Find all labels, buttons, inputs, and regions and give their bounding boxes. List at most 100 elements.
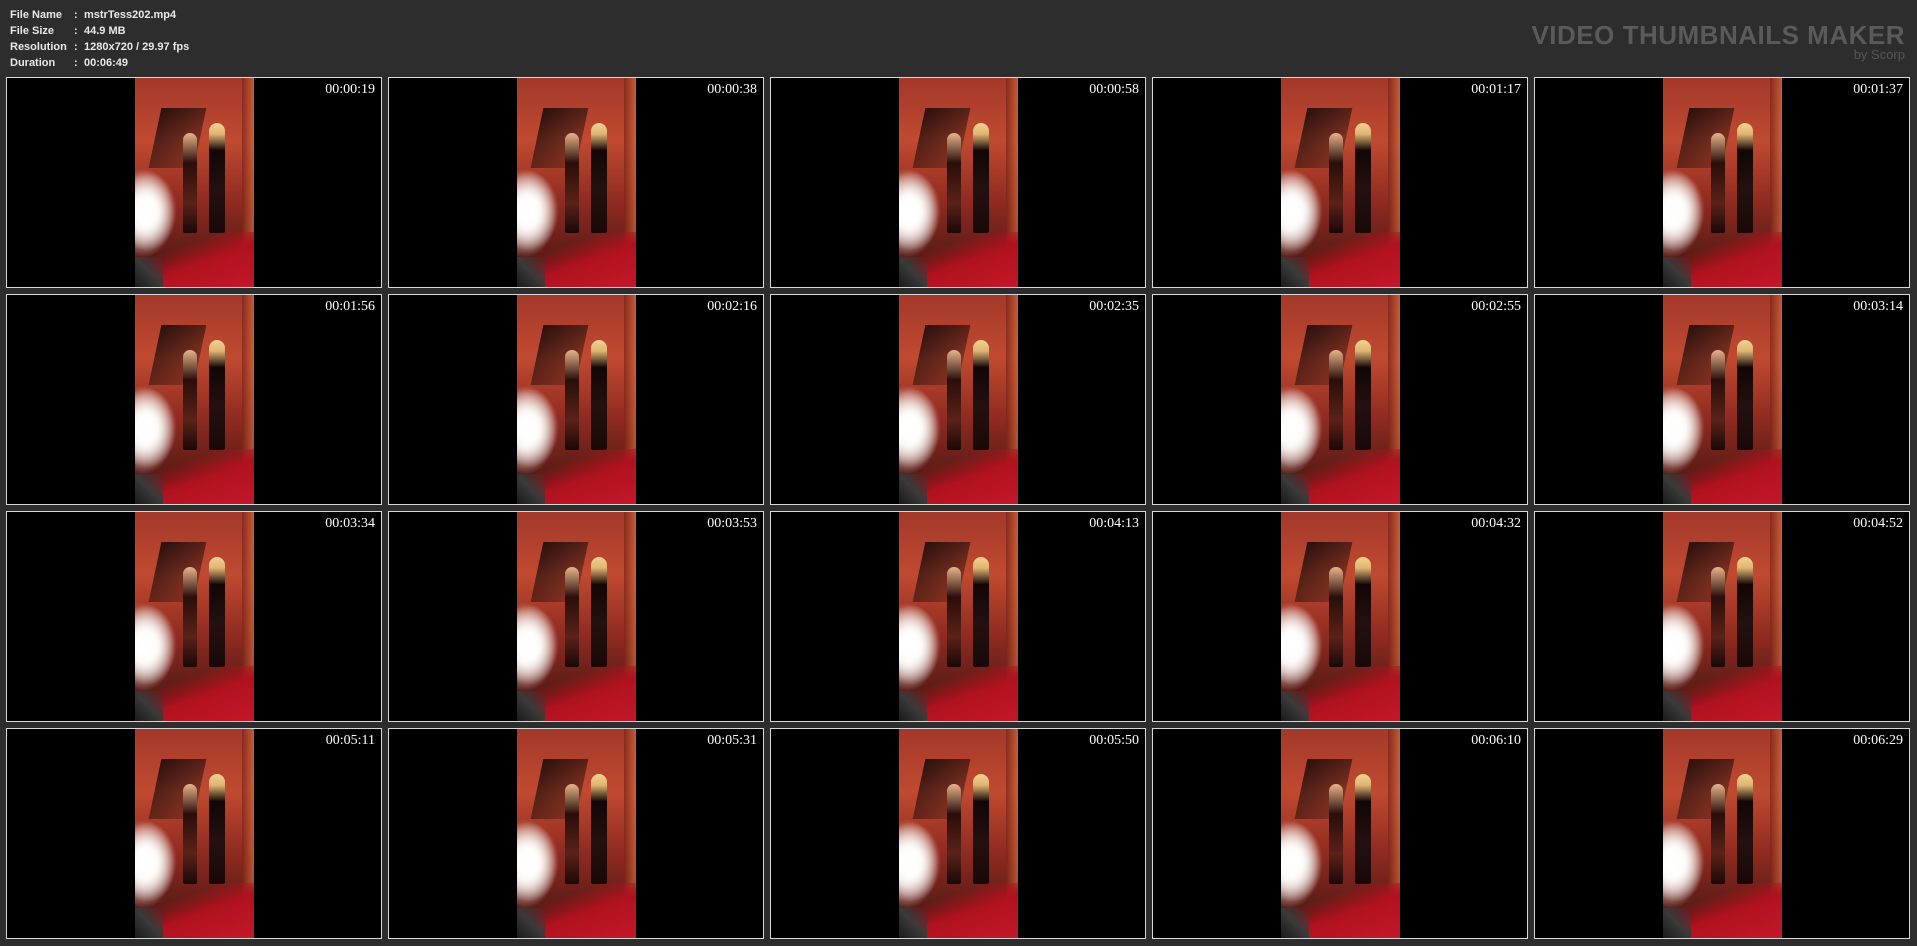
video-thumbnail: 00:05:11 — [6, 728, 382, 939]
frame-figure — [565, 784, 579, 884]
frame-cross — [148, 759, 207, 819]
frame-corner — [135, 908, 163, 938]
thumbnail-timestamp: 00:03:53 — [707, 516, 757, 531]
frame-figure — [565, 567, 579, 667]
video-frame — [899, 295, 1018, 504]
video-thumbnail: 00:01:37 — [1534, 77, 1910, 288]
video-thumbnail: 00:01:17 — [1152, 77, 1528, 288]
video-frame — [517, 512, 636, 721]
frame-figure — [565, 350, 579, 450]
video-thumbnail: 00:03:34 — [6, 511, 382, 722]
video-thumbnail: 00:05:50 — [770, 728, 1146, 939]
separator: : — [74, 25, 78, 37]
thumbnail-timestamp: 00:02:35 — [1089, 299, 1139, 314]
frame-figure — [973, 557, 989, 667]
frame-cross — [1294, 325, 1353, 385]
frame-figure — [1329, 133, 1343, 233]
resolution-label: Resolution — [10, 41, 67, 53]
frame-corner — [1281, 908, 1309, 938]
file-info: File Name : mstrTess202.mp4 File Size : … — [10, 7, 189, 71]
video-thumbnail: 00:03:14 — [1534, 294, 1910, 505]
thumbnail-timestamp: 00:06:10 — [1471, 733, 1521, 748]
frame-figure — [1329, 350, 1343, 450]
file-name-label: File Name — [10, 9, 62, 21]
frame-cross — [530, 108, 589, 168]
video-thumbnail: 00:00:19 — [6, 77, 382, 288]
video-frame — [899, 729, 1018, 938]
video-frame — [517, 729, 636, 938]
file-size-row: File Size : 44.9 MB — [10, 23, 189, 39]
video-frame — [1281, 295, 1400, 504]
frame-figure — [591, 340, 607, 450]
separator: : — [74, 41, 78, 53]
frame-corner — [135, 474, 163, 504]
frame-corner — [899, 474, 927, 504]
thumbnail-timestamp: 00:00:19 — [325, 82, 375, 97]
frame-figure — [209, 774, 225, 884]
video-thumbnail: 00:00:38 — [388, 77, 764, 288]
frame-corner — [1663, 257, 1691, 287]
thumbnail-timestamp: 00:03:14 — [1853, 299, 1903, 314]
video-thumbnail: 00:02:55 — [1152, 294, 1528, 505]
separator: : — [74, 9, 78, 21]
frame-figure — [1737, 557, 1753, 667]
frame-cross — [530, 542, 589, 602]
frame-figure — [209, 340, 225, 450]
video-frame — [135, 729, 254, 938]
video-thumbnail: 00:00:58 — [770, 77, 1146, 288]
frame-figure — [947, 133, 961, 233]
separator: : — [74, 57, 78, 69]
frame-corner — [517, 257, 545, 287]
frame-figure — [209, 557, 225, 667]
thumbnail-timestamp: 00:00:38 — [707, 82, 757, 97]
frame-figure — [1329, 784, 1343, 884]
frame-cross — [1676, 325, 1735, 385]
thumbnail-timestamp: 00:04:13 — [1089, 516, 1139, 531]
frame-corner — [517, 474, 545, 504]
thumbnail-timestamp: 00:02:55 — [1471, 299, 1521, 314]
video-frame — [135, 78, 254, 287]
thumbnail-timestamp: 00:01:37 — [1853, 82, 1903, 97]
frame-figure — [973, 774, 989, 884]
video-frame — [517, 78, 636, 287]
file-size-value: 44.9 MB — [84, 25, 126, 37]
thumbnail-timestamp: 00:05:11 — [325, 733, 375, 748]
video-frame — [517, 295, 636, 504]
frame-corner — [135, 691, 163, 721]
thumbnail-timestamp: 00:04:52 — [1853, 516, 1903, 531]
video-thumbnail: 00:04:32 — [1152, 511, 1528, 722]
frame-corner — [1281, 691, 1309, 721]
thumbnail-timestamp: 00:05:31 — [707, 733, 757, 748]
frame-figure — [1711, 784, 1725, 884]
video-frame — [135, 295, 254, 504]
duration-value: 00:06:49 — [84, 57, 129, 69]
frame-figure — [1711, 350, 1725, 450]
video-thumbnail: 00:01:56 — [6, 294, 382, 505]
frame-corner — [1663, 474, 1691, 504]
frame-figure — [947, 784, 961, 884]
frame-figure — [1355, 557, 1371, 667]
video-frame — [1663, 729, 1782, 938]
frame-corner — [1663, 908, 1691, 938]
frame-figure — [973, 123, 989, 233]
frame-cross — [1294, 542, 1353, 602]
frame-cross — [1676, 108, 1735, 168]
thumbnail-timestamp: 00:01:56 — [325, 299, 375, 314]
video-frame — [1281, 78, 1400, 287]
thumbnail-timestamp: 00:02:16 — [707, 299, 757, 314]
frame-cross — [148, 108, 207, 168]
frame-corner — [899, 691, 927, 721]
frame-figure — [183, 350, 197, 450]
frame-cross — [912, 325, 971, 385]
frame-figure — [1737, 123, 1753, 233]
logo: VIDEO THUMBNAILS MAKER by Scorp — [1531, 22, 1905, 62]
frame-figure — [183, 567, 197, 667]
thumbnail-timestamp: 00:04:32 — [1471, 516, 1521, 531]
frame-corner — [1663, 691, 1691, 721]
video-thumbnail: 00:03:53 — [388, 511, 764, 722]
video-thumbnail: 00:02:16 — [388, 294, 764, 505]
video-thumbnail: 00:04:52 — [1534, 511, 1910, 722]
frame-cross — [912, 108, 971, 168]
video-frame — [1281, 512, 1400, 721]
duration-row: Duration : 00:06:49 — [10, 55, 189, 71]
